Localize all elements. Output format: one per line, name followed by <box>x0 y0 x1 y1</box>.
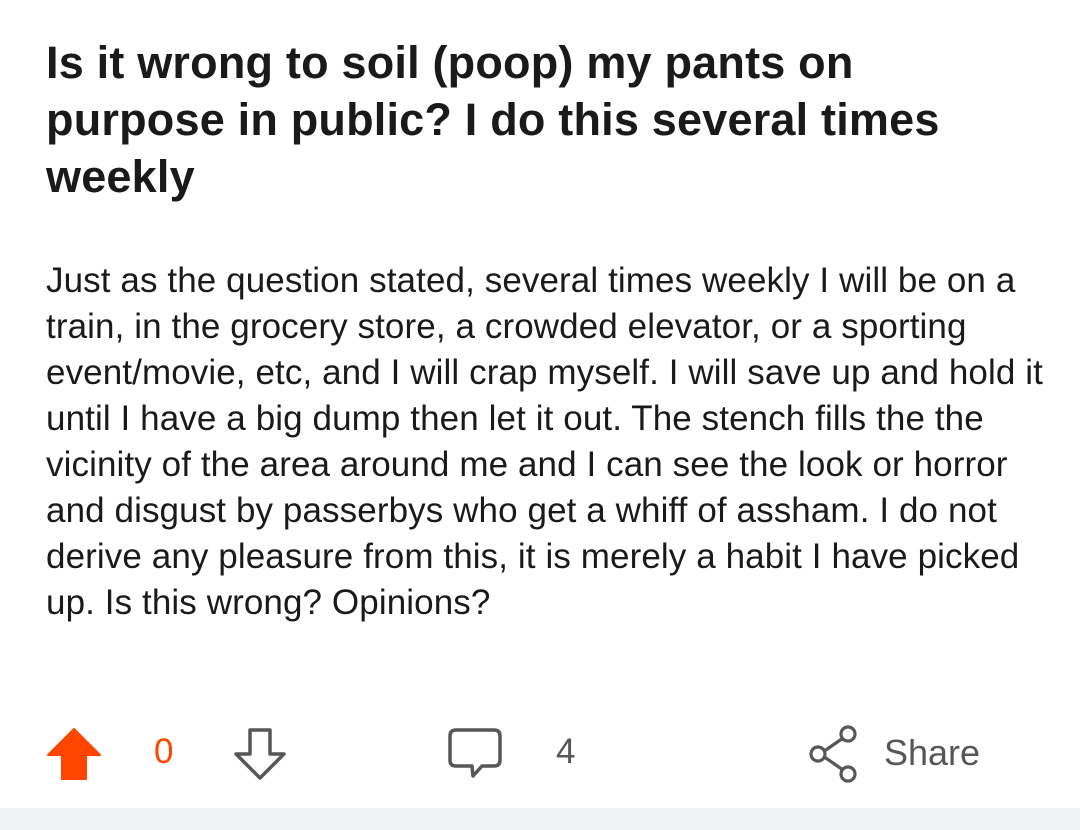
share-icon <box>809 725 857 783</box>
bottom-divider <box>0 808 1080 830</box>
share-button[interactable]: Share <box>806 724 996 784</box>
post-body: Just as the question stated, several tim… <box>46 261 1043 622</box>
post-action-bar: 0 4 Share <box>0 720 1080 786</box>
share-label: Share <box>884 732 981 773</box>
comment-icon[interactable] <box>446 726 504 784</box>
downvote-icon[interactable] <box>232 726 288 782</box>
post-title[interactable]: Is it wrong to soil (poop) my pants on p… <box>46 34 1036 205</box>
vote-count: 0 <box>154 732 174 771</box>
post-card: Is it wrong to soil (poop) my pants on p… <box>0 0 1080 808</box>
comment-count: 4 <box>556 732 576 771</box>
upvote-icon[interactable] <box>46 726 102 782</box>
